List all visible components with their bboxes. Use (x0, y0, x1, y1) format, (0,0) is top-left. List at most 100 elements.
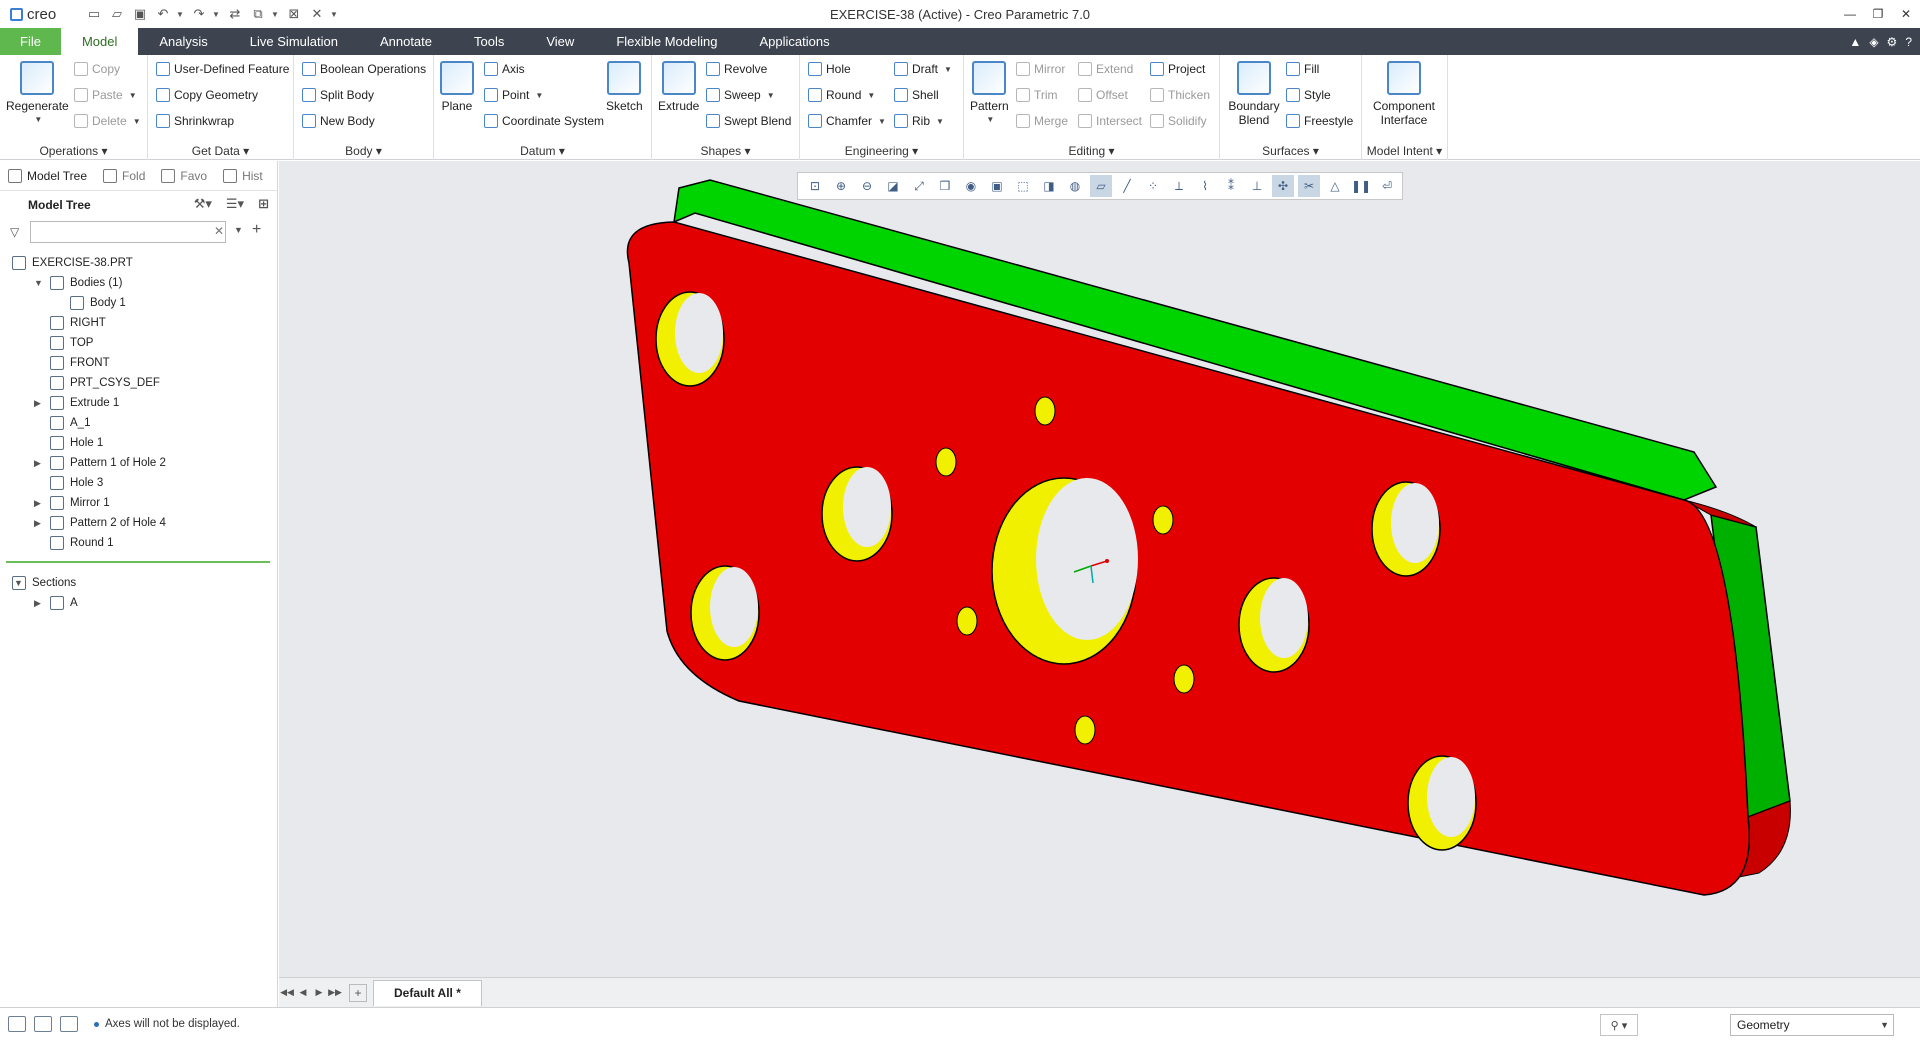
expand-icon[interactable]: ▶ (34, 398, 44, 409)
tree-row[interactable]: ▶ Extrude 1 (0, 393, 277, 413)
part-model-view[interactable] (279, 161, 1920, 977)
tab-file[interactable]: File (0, 28, 61, 55)
last-tab-icon[interactable]: ▶▶ (327, 987, 343, 998)
tree-columns-icon[interactable]: ☰▾ (226, 196, 244, 212)
solidify-button[interactable]: Solidify (1150, 111, 1207, 131)
axis-button[interactable]: Axis (484, 59, 525, 79)
tree-row[interactable]: A_1 (0, 413, 277, 433)
tab-tools[interactable]: Tools (453, 28, 525, 55)
expand-icon[interactable]: ▶ (34, 598, 44, 609)
tree-row[interactable]: ▶ A (0, 593, 277, 613)
style-button[interactable]: Style (1286, 85, 1331, 105)
group-label-get-data[interactable]: Get Data ▾ (148, 144, 293, 158)
point-button[interactable]: Point ▼ (484, 85, 543, 105)
collapse-icon[interactable]: ▼ (34, 278, 44, 288)
tree-row[interactable]: ▶ Pattern 1 of Hole 2 (0, 453, 277, 473)
revolve-button[interactable]: Revolve (706, 59, 767, 79)
new-body-button[interactable]: New Body (302, 111, 375, 131)
thicken-button[interactable]: Thicken (1150, 85, 1210, 105)
expand-icon[interactable]: ▶ (34, 498, 44, 509)
tree-row[interactable]: RIGHT (0, 313, 277, 333)
sketch-button[interactable]: Sketch (606, 61, 643, 113)
freestyle-button[interactable]: Freestyle (1286, 111, 1353, 131)
group-label-shapes[interactable]: Shapes ▾ (652, 144, 799, 158)
swept-blend-button[interactable]: Swept Blend (706, 111, 791, 131)
intersect-button[interactable]: Intersect (1078, 111, 1142, 131)
extend-button[interactable]: Extend (1078, 59, 1133, 79)
graphics-area[interactable]: ⊡ ⊕ ⊖ ◪ ⤢ ❒ ◉ ▣ ⬚ ◨ ◍ ▱ ╱ ⁘ ⟂ ⌇ ⁑ ⊥ ✣ ✂ … (279, 161, 1920, 977)
find-icon[interactable]: ⚲ ▾ (1600, 1014, 1638, 1036)
group-label-operations[interactable]: Operations ▾ (0, 144, 147, 158)
tab-model-tree[interactable]: Model Tree (0, 161, 95, 191)
copy-button[interactable]: Copy (74, 59, 120, 79)
plane-button[interactable]: Plane (440, 61, 474, 113)
undo-dropdown-icon[interactable]: ▼ (176, 10, 186, 19)
tree-row[interactable]: Round 1 (0, 533, 277, 553)
tab-annotate[interactable]: Annotate (359, 28, 453, 55)
group-label-body[interactable]: Body ▾ (294, 144, 433, 158)
options-icon[interactable]: ◈ (1869, 35, 1878, 49)
tree-row[interactable]: Hole 3 (0, 473, 277, 493)
hole-button[interactable]: Hole (808, 59, 851, 79)
boundary-blend-button[interactable]: Boundary Blend (1226, 61, 1282, 127)
help-icon[interactable]: ? (1905, 35, 1912, 49)
first-tab-icon[interactable]: ◀◀ (279, 987, 295, 998)
shrinkwrap-button[interactable]: Shrinkwrap (156, 111, 234, 131)
tab-history[interactable]: Hist (215, 161, 271, 191)
group-label-surfaces[interactable]: Surfaces ▾ (1220, 144, 1361, 158)
tab-folder-browser[interactable]: Fold (95, 161, 153, 191)
chamfer-button[interactable]: Chamfer ▼ (808, 111, 886, 131)
restore-icon[interactable]: ❐ (1864, 0, 1892, 28)
tab-view[interactable]: View (525, 28, 595, 55)
customize-qat-icon[interactable]: ▼ (330, 10, 340, 19)
group-label-editing[interactable]: Editing ▾ (964, 144, 1219, 158)
new-file-icon[interactable]: ▭ (84, 5, 104, 23)
paste-button[interactable]: Paste ▼ (74, 85, 137, 105)
tree-row[interactable]: TOP (0, 333, 277, 353)
prev-tab-icon[interactable]: ◀ (295, 987, 311, 998)
extrude-button[interactable]: Extrude (658, 61, 699, 113)
fill-button[interactable]: Fill (1286, 59, 1319, 79)
boolean-operations-button[interactable]: Boolean Operations (302, 59, 426, 79)
round-button[interactable]: Round ▼ (808, 85, 875, 105)
delete-button[interactable]: Delete ▼ (74, 111, 141, 131)
coordinate-system-button[interactable]: Coordinate System (484, 111, 604, 131)
add-icon[interactable]: + (252, 221, 261, 239)
tab-analysis[interactable]: Analysis (138, 28, 228, 55)
open-folder-icon[interactable]: ▱ (107, 5, 127, 23)
next-tab-icon[interactable]: ▶ (311, 987, 327, 998)
redo-dropdown-icon[interactable]: ▼ (212, 10, 222, 19)
merge-button[interactable]: Merge (1016, 111, 1068, 131)
regenerate-small-icon[interactable]: ⇄ (225, 5, 245, 23)
tree-row[interactable]: ▼ Bodies (1) (0, 273, 277, 293)
close-window-icon[interactable]: ⊠ (284, 5, 304, 23)
minimize-icon[interactable]: — (1836, 0, 1864, 28)
group-label-model-intent[interactable]: Model Intent ▾ (1362, 144, 1447, 158)
regenerate-button[interactable]: Regenerate ▼ (6, 61, 69, 127)
minimize-ribbon-icon[interactable]: ▲ (1849, 35, 1861, 49)
settings-icon[interactable]: ⚙ (1887, 35, 1898, 49)
expand-icon[interactable]: ▶ (34, 458, 44, 469)
group-label-datum[interactable]: Datum ▾ (434, 144, 651, 158)
tree-row[interactable]: ▼ Sections (0, 573, 277, 593)
windows-icon[interactable]: ⧉ (248, 5, 268, 23)
window-close-icon[interactable]: ✕ (1892, 0, 1920, 28)
tab-applications[interactable]: Applications (738, 28, 850, 55)
fullscreen-icon[interactable] (60, 1016, 78, 1032)
project-button[interactable]: Project (1150, 59, 1205, 79)
tree-search-input[interactable] (30, 221, 226, 243)
filter-icon[interactable]: ▽ (10, 225, 24, 239)
draft-button[interactable]: Draft ▼ (894, 59, 952, 79)
toggle-navigator-icon[interactable] (8, 1016, 26, 1032)
mirror-button[interactable]: Mirror (1016, 59, 1065, 79)
group-label-engineering[interactable]: Engineering ▾ (800, 144, 963, 158)
browser-icon[interactable] (34, 1016, 52, 1032)
shell-button[interactable]: Shell (894, 85, 939, 105)
tree-row[interactable]: Body 1 (0, 293, 277, 313)
trim-button[interactable]: Trim (1016, 85, 1058, 105)
close-icon[interactable]: ✕ (307, 5, 327, 23)
save-icon[interactable]: ▣ (130, 5, 150, 23)
tree-row[interactable]: FRONT (0, 353, 277, 373)
windows-dropdown-icon[interactable]: ▼ (271, 10, 281, 19)
tree-filters-icon[interactable]: ⊞ (258, 196, 269, 212)
